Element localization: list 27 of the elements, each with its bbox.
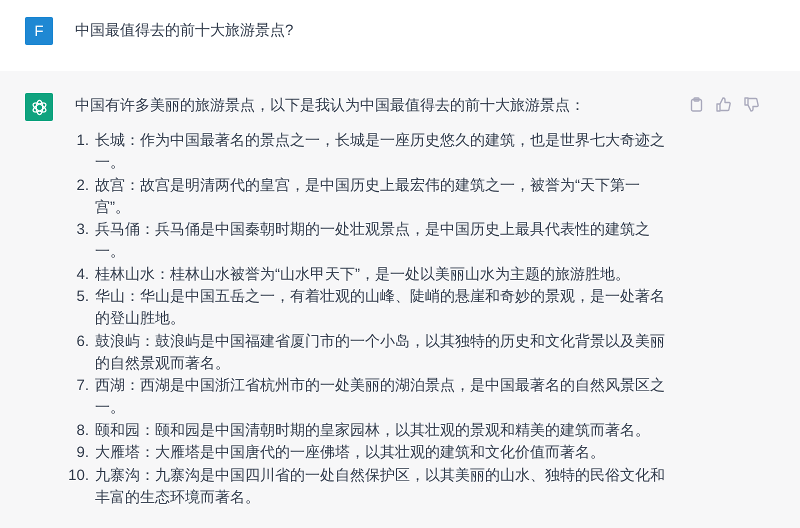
list-item-text: 大雁塔：大雁塔是中国唐代的一座佛塔，以其壮观的建筑和文化价值而著名。 [95,443,606,463]
list-number: 8. [75,420,90,440]
list-item-text: 西湖：西湖是中国浙江省杭州市的一处美丽的湖泊景点，是中国最著名的自然风景区之一。 [95,376,666,418]
list-item-text: 颐和园：颐和园是中国清朝时期的皇家园林，以其壮观的景观和精美的建筑而著名。 [95,420,651,440]
user-question: 中国最值得去的前十大旅游景点? [75,21,294,41]
list-number: 3. [75,220,90,240]
list-number: 5. [75,287,90,307]
list-number: 1. [75,131,90,151]
list-item-text: 故宫：故宫是明清两代的皇宫，是中国历史上最宏伟的建筑之一，被誉为“天下第一宫”。 [95,176,641,218]
list-number: 7. [75,376,90,396]
list-item-text: 桂林山水：桂林山水被誉为“山水甲天下”，是一处以美丽山水为主题的旅游胜地。 [95,264,631,284]
thumbs-up-icon[interactable] [716,97,731,112]
list-item-text: 鼓浪屿：鼓浪屿是中国福建省厦门市的一个小岛，以其独特的历史和文化背景以及美丽的自然景观而著名。 [95,332,666,374]
thumbs-down-icon[interactable] [744,97,759,112]
list-number: 9. [75,443,90,463]
list-item-text: 兵马俑：兵马俑是中国秦朝时期的一处壮观景点，是中国历史上最具代表性的建筑之一。 [95,220,651,262]
list-number: 10. [67,466,90,486]
list-item-text: 长城：作为中国最著名的景点之一，长城是一座历史悠久的建筑，也是世界七大奇迹之一。 [95,131,666,173]
logo-icon [30,98,48,116]
answer-intro: 中国有许多美丽的旅游景点，以下是我认为中国最值得去的前十大旅游景点： [75,96,586,116]
list-item-text: 华山：华山是中国五岳之一，有着壮观的山峰、陡峭的悬崖和奇妙的景观，是一处著名的登山胜地。 [95,287,666,329]
list-number: 6. [75,332,90,352]
clipboard-icon[interactable] [690,97,703,112]
list-item-text: 九寨沟：九寨沟是中国四川省的一处自然保护区，以其美丽的山水、独特的民俗文化和丰富的生态环境而著名。 [95,466,666,508]
list-number: 4. [75,264,90,284]
list-number: 2. [75,176,90,196]
user-avatar: F [25,17,53,45]
